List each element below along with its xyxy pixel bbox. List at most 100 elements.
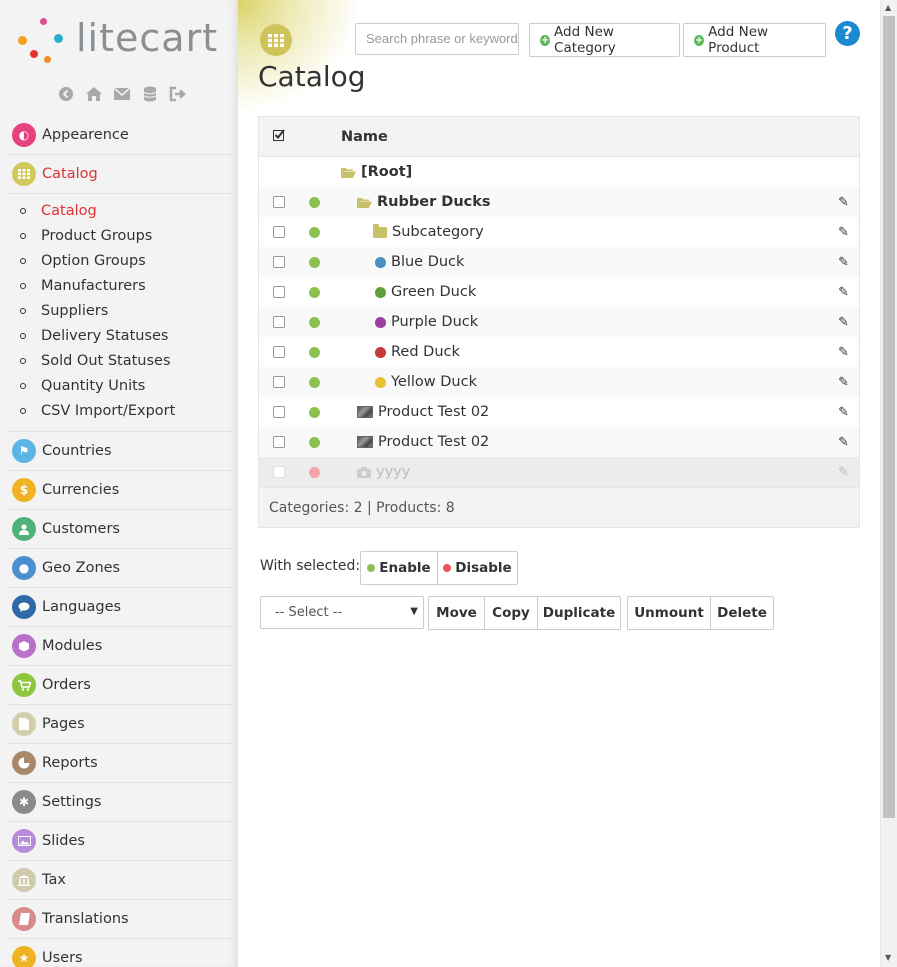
- subnav-item-product-groups[interactable]: Product Groups: [8, 223, 233, 248]
- delete-button[interactable]: Delete: [710, 596, 774, 630]
- status-enabled-icon[interactable]: [309, 406, 320, 418]
- row-checkbox[interactable]: [273, 196, 285, 208]
- nav-item-customers[interactable]: Customers: [8, 510, 233, 549]
- status-enabled-icon[interactable]: [309, 316, 320, 328]
- status-enabled-icon[interactable]: [309, 436, 320, 448]
- home-icon[interactable]: [84, 86, 104, 106]
- row-checkbox[interactable]: [273, 376, 285, 388]
- edit-pencil-icon[interactable]: ✎: [838, 375, 849, 390]
- subnav-item-csv-import-export[interactable]: CSV Import/Export: [8, 398, 233, 423]
- edit-pencil-icon[interactable]: ✎: [838, 435, 849, 450]
- nav-item-tax[interactable]: Tax: [8, 861, 233, 900]
- row-entry[interactable]: yyyy: [357, 464, 410, 480]
- edit-pencil-icon[interactable]: ✎: [838, 285, 849, 300]
- nav-item-slides[interactable]: Slides: [8, 822, 233, 861]
- sidebar: litecart ◐ Appearence Catalog Catalog Pr…: [0, 0, 238, 967]
- category-select[interactable]: -- Select -- ▼: [260, 596, 424, 629]
- edit-pencil-icon[interactable]: ✎: [838, 195, 849, 210]
- vertical-scrollbar[interactable]: ▲ ▼: [880, 0, 897, 967]
- row-entry[interactable]: Product Test 02: [357, 404, 489, 420]
- nav-item-settings[interactable]: ✱ Settings: [8, 783, 233, 822]
- unmount-button[interactable]: Unmount: [627, 596, 711, 630]
- nav-item-appearence[interactable]: ◐ Appearence: [8, 116, 233, 155]
- main-nav: ◐ Appearence Catalog Catalog Product Gro…: [8, 116, 233, 967]
- cogs-icon: ✱: [12, 790, 36, 814]
- nav-item-users[interactable]: ★ Users: [8, 939, 233, 967]
- nav-item-catalog[interactable]: Catalog: [8, 155, 233, 194]
- button-label: Add New Product: [708, 24, 769, 56]
- row-checkbox[interactable]: [273, 286, 285, 298]
- nav-label: Reports: [42, 755, 98, 771]
- duplicate-button[interactable]: Duplicate: [537, 596, 621, 630]
- subnav-item-sold-out-statuses[interactable]: Sold Out Statuses: [8, 348, 233, 373]
- logo-dot: [44, 56, 51, 63]
- edit-pencil-icon[interactable]: ✎: [838, 315, 849, 330]
- subnav-item-manufacturers[interactable]: Manufacturers: [8, 273, 233, 298]
- add-new-category-button[interactable]: + Add New Category: [529, 23, 680, 57]
- row-entry[interactable]: Green Duck: [375, 284, 476, 300]
- edit-pencil-icon[interactable]: ✎: [838, 255, 849, 270]
- status-enabled-icon[interactable]: [309, 376, 320, 388]
- mail-icon[interactable]: [112, 86, 132, 106]
- bullet: [20, 382, 26, 389]
- money-icon: $: [12, 478, 36, 502]
- row-name: Rubber Ducks: [377, 194, 491, 210]
- row-entry[interactable]: Rubber Ducks: [357, 194, 491, 210]
- status-enabled-icon[interactable]: [309, 286, 320, 298]
- chat-icon: [12, 595, 36, 619]
- status-enabled-icon[interactable]: [309, 346, 320, 358]
- row-entry[interactable]: Red Duck: [375, 344, 460, 360]
- row-name: Purple Duck: [391, 314, 479, 330]
- database-icon[interactable]: [140, 86, 160, 106]
- nav-item-currencies[interactable]: $ Currencies: [8, 471, 233, 510]
- nav-item-modules[interactable]: Modules: [8, 627, 233, 666]
- nav-item-countries[interactable]: ⚑ Countries: [8, 432, 233, 471]
- edit-pencil-icon[interactable]: ✎: [838, 465, 849, 480]
- help-icon[interactable]: ?: [835, 21, 860, 46]
- edit-pencil-icon[interactable]: ✎: [838, 225, 849, 240]
- scroll-down-icon[interactable]: ▼: [885, 953, 891, 962]
- move-button[interactable]: Move: [428, 596, 485, 630]
- search-input[interactable]: Search phrase or keyword: [355, 23, 519, 55]
- status-enabled-icon[interactable]: [309, 196, 320, 208]
- status-enabled-icon[interactable]: [309, 256, 320, 268]
- row-checkbox[interactable]: [273, 346, 285, 358]
- litecart-logo[interactable]: litecart: [14, 14, 229, 66]
- row-entry[interactable]: Blue Duck: [375, 254, 464, 270]
- row-checkbox[interactable]: [273, 436, 285, 448]
- nav-item-languages[interactable]: Languages: [8, 588, 233, 627]
- nav-item-reports[interactable]: Reports: [8, 744, 233, 783]
- nav-item-orders[interactable]: Orders: [8, 666, 233, 705]
- disable-button[interactable]: Disable: [437, 551, 518, 585]
- subnav-item-suppliers[interactable]: Suppliers: [8, 298, 233, 323]
- subnav-item-delivery-statuses[interactable]: Delivery Statuses: [8, 323, 233, 348]
- subnav-item-catalog[interactable]: Catalog: [8, 198, 233, 223]
- root-entry[interactable]: [Root]: [341, 164, 412, 180]
- status-disabled-icon[interactable]: [309, 466, 320, 478]
- check-all-icon[interactable]: [259, 128, 299, 145]
- row-checkbox[interactable]: [273, 466, 285, 478]
- scrollbar-thumb[interactable]: [883, 16, 895, 818]
- back-icon[interactable]: [56, 86, 76, 106]
- copy-button[interactable]: Copy: [484, 596, 538, 630]
- row-entry[interactable]: Subcategory: [373, 223, 484, 240]
- row-checkbox[interactable]: [273, 316, 285, 328]
- row-entry[interactable]: Purple Duck: [375, 314, 478, 330]
- row-checkbox[interactable]: [273, 256, 285, 268]
- nav-item-translations[interactable]: Translations: [8, 900, 233, 939]
- row-entry[interactable]: Product Test 02: [357, 434, 489, 450]
- status-enabled-icon[interactable]: [309, 226, 320, 238]
- subnav-item-quantity-units[interactable]: Quantity Units: [8, 373, 233, 398]
- edit-pencil-icon[interactable]: ✎: [838, 405, 849, 420]
- add-new-product-button[interactable]: + Add New Product: [683, 23, 826, 57]
- logout-icon[interactable]: [168, 86, 188, 106]
- nav-item-pages[interactable]: Pages: [8, 705, 233, 744]
- row-entry[interactable]: Yellow Duck: [375, 374, 477, 390]
- row-checkbox[interactable]: [273, 226, 285, 238]
- scroll-up-icon[interactable]: ▲: [885, 3, 891, 12]
- nav-item-geo-zones[interactable]: ● Geo Zones: [8, 549, 233, 588]
- row-checkbox[interactable]: [273, 406, 285, 418]
- subnav-item-option-groups[interactable]: Option Groups: [8, 248, 233, 273]
- enable-button[interactable]: Enable: [360, 551, 438, 585]
- edit-pencil-icon[interactable]: ✎: [838, 345, 849, 360]
